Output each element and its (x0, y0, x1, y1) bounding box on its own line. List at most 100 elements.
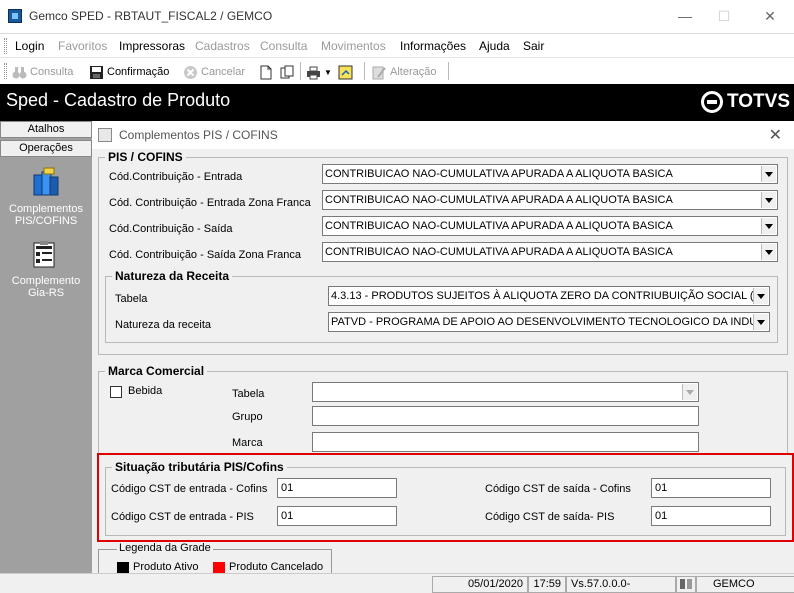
menu-favoritos[interactable]: Favoritos (58, 39, 107, 53)
pis-cofins-legend: PIS / COFINS (108, 150, 183, 164)
totvs-logo: TOTVS (701, 91, 790, 113)
marca-tabela-label: Tabela (232, 388, 265, 400)
marca-grupo-label: Grupo (232, 411, 263, 423)
cancelar-label: Cancelar (201, 66, 246, 78)
legenda-grade-title: Legenda da Grade (117, 542, 213, 554)
menu-login[interactable]: Login (15, 39, 44, 53)
totvs-logo-text: TOTVS (727, 91, 790, 112)
cst-saida-cofins-input[interactable]: 01 (651, 478, 771, 498)
consulta-button[interactable]: Consulta (12, 61, 73, 83)
cod-contrib-saida-label: Cód.Contribuição - Saída (109, 223, 233, 235)
maximize-button[interactable]: ☐ (709, 5, 739, 27)
cod-contrib-saida-select[interactable]: CONTRIBUICAO NAO-CUMULATIVA APURADA A AL… (322, 216, 778, 236)
sidebar-atalhos-button[interactable]: Atalhos (0, 121, 92, 138)
copy-document-button[interactable] (280, 61, 295, 83)
export-button[interactable] (338, 61, 353, 83)
new-document-button[interactable] (258, 61, 273, 83)
cancel-icon (183, 65, 198, 80)
save-icon (89, 65, 104, 80)
cod-contrib-saida-value: CONTRIBUICAO NAO-CUMULATIVA APURADA A AL… (325, 220, 673, 232)
menu-sair[interactable]: Sair (523, 39, 544, 53)
sidebar-item-label-1a: Complementos (9, 203, 83, 215)
chevron-down-icon[interactable] (761, 192, 776, 208)
menu-movimentos[interactable]: Movimentos (321, 39, 386, 53)
chevron-down-icon[interactable] (761, 244, 776, 260)
chevron-down-icon[interactable] (761, 218, 776, 234)
menu-consulta[interactable]: Consulta (260, 39, 307, 53)
cod-contrib-entrada-label: Cód.Contribuição - Entrada (109, 171, 243, 183)
cst-entrada-pis-input[interactable]: 01 (277, 506, 397, 526)
toolbar-grip (4, 63, 7, 79)
cod-contrib-entrada-value: CONTRIBUICAO NAO-CUMULATIVA APURADA A AL… (325, 168, 673, 180)
chevron-down-icon: ▼ (324, 67, 332, 77)
marca-marca-input[interactable] (312, 432, 699, 452)
printer-icon (306, 65, 321, 80)
copy-icon (280, 65, 295, 80)
marca-grupo-input[interactable] (312, 406, 699, 426)
chevron-down-icon[interactable] (753, 288, 768, 304)
print-button[interactable]: ▼ (306, 61, 332, 83)
sidebar-item-complemento-gia-rs[interactable]: Complemento Gia-RS (0, 239, 92, 299)
menu-informacoes[interactable]: Informações (400, 39, 466, 53)
window-title: Gemco SPED - RBTAUT_FISCAL2 / GEMCO (29, 9, 273, 23)
menu-bar: Login Favoritos Impressoras Cadastros Co… (0, 33, 794, 57)
form-icon (30, 239, 62, 271)
sidebar-item-label-1b: PIS/COFINS (14, 215, 78, 227)
natureza-receita-legend: Natureza da Receita (115, 269, 230, 283)
cancelar-button[interactable]: Cancelar (183, 61, 245, 83)
alteracao-button[interactable]: Alteração (372, 61, 436, 83)
app-icon (8, 9, 22, 23)
marca-tabela-select[interactable] (312, 382, 699, 402)
produto-cancelado-label: Produto Cancelado (229, 561, 324, 573)
cod-contrib-saida-zf-select[interactable]: CONTRIBUICAO NAO-CUMULATIVA APURADA A AL… (322, 242, 778, 262)
natureza-tabela-select[interactable]: 4.3.13 - PRODUTOS SUJEITOS À ALIQUOTA ZE… (328, 286, 770, 306)
panel-icon (98, 128, 112, 142)
natureza-tabela-value: 4.3.13 - PRODUTOS SUJEITOS À ALIQUOTA ZE… (331, 290, 762, 302)
edit-icon (372, 65, 387, 80)
sidebar-item-label-2a: Complemento (11, 275, 81, 287)
cst-saida-pis-label: Código CST de saída- PIS (485, 511, 615, 523)
cst-entrada-pis-label: Código CST de entrada - PIS (111, 511, 254, 523)
sidebar-operacoes-button[interactable]: Operações (0, 140, 92, 157)
marca-marca-label: Marca (232, 437, 263, 449)
cod-contrib-entrada-zf-select[interactable]: CONTRIBUICAO NAO-CUMULATIVA APURADA A AL… (322, 190, 778, 210)
cst-entrada-cofins-label: Código CST de entrada - Cofins (111, 483, 268, 495)
chevron-down-icon[interactable] (682, 384, 697, 400)
cst-saida-pis-input[interactable]: 01 (651, 506, 771, 526)
chevron-down-icon[interactable] (753, 314, 768, 330)
toolbar: Consulta Confirmação Cancelar ▼ Alteraçã… (0, 57, 794, 84)
minimize-button[interactable]: — (670, 5, 700, 27)
complementos-panel: Complementos PIS / COFINS ✕ PIS / COFINS… (92, 121, 794, 580)
menu-ajuda[interactable]: Ajuda (479, 39, 510, 53)
sidebar-item-label-2b: Gia-RS (27, 287, 65, 299)
sidebar: Atalhos Operações Complementos PIS/COFIN… (0, 121, 92, 580)
alteracao-label: Alteração (390, 66, 437, 78)
bebida-checkbox[interactable] (110, 386, 122, 398)
status-company: GEMCO (696, 576, 794, 593)
cod-contrib-entrada-zf-label: Cód. Contribuição - Entrada Zona Franca (109, 197, 311, 209)
status-indicator (676, 576, 696, 593)
menu-cadastros[interactable]: Cadastros (195, 39, 250, 53)
confirmacao-button[interactable]: Confirmação (89, 61, 169, 83)
export-icon (338, 65, 353, 80)
menu-impressoras[interactable]: Impressoras (119, 39, 185, 53)
new-document-icon (258, 65, 273, 80)
books-icon (30, 167, 62, 199)
marca-comercial-legend: Marca Comercial (108, 364, 205, 378)
cst-entrada-cofins-input[interactable]: 01 (277, 478, 397, 498)
toolbar-separator-3 (448, 62, 449, 80)
sidebar-item-complementos-pis-cofins[interactable]: Complementos PIS/COFINS (0, 167, 92, 227)
menu-grip (4, 38, 7, 54)
window-titlebar: Gemco SPED - RBTAUT_FISCAL2 / GEMCO — ☐ … (0, 0, 794, 33)
chevron-down-icon[interactable] (761, 166, 776, 182)
status-date: 05/01/2020 (432, 576, 528, 593)
bebida-label: Bebida (128, 385, 163, 397)
cod-contrib-entrada-select[interactable]: CONTRIBUICAO NAO-CUMULATIVA APURADA A AL… (322, 164, 778, 184)
status-version: Vs.57.0.0.0-SP2.00.6 (566, 576, 676, 593)
natureza-receita-select[interactable]: PATVD - PROGRAMA DE APOIO AO DESENVOLVIM… (328, 312, 770, 332)
page-title: Sped - Cadastro de Produto (6, 90, 231, 110)
close-window-button[interactable]: ✕ (755, 5, 785, 27)
panel-title: Complementos PIS / COFINS (119, 128, 278, 142)
close-panel-icon[interactable]: ✕ (769, 125, 782, 145)
cod-contrib-entrada-zf-value: CONTRIBUICAO NAO-CUMULATIVA APURADA A AL… (325, 194, 673, 206)
